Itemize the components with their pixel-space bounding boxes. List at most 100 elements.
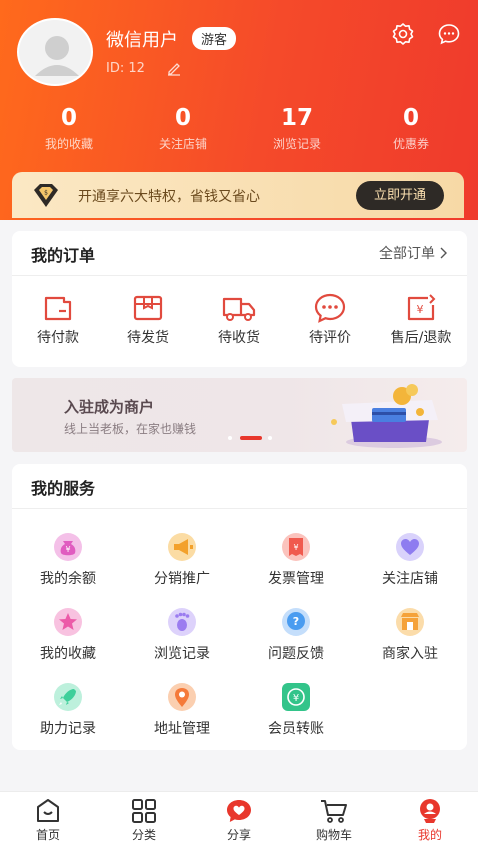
stats-row: 0 我的收藏 0 关注店铺 17 浏览记录 0 优惠券	[0, 104, 478, 156]
service-label: 我的收藏	[40, 646, 96, 662]
stat-value: 17	[280, 105, 313, 131]
pager-dot-active	[240, 436, 262, 440]
service-label: 分销推广	[154, 571, 210, 587]
service-label: 我的余额	[40, 571, 96, 587]
vip-banner[interactable]: $ 开通享六大特权，省钱又省心 立即开通	[12, 172, 464, 218]
order-pending-payment[interactable]: 待付款	[13, 293, 103, 347]
stat-value: 0	[174, 105, 191, 131]
service-favorites[interactable]: 我的收藏	[12, 607, 124, 663]
service-label: 地址管理	[154, 721, 210, 737]
service-balance[interactable]: ¥ 我的余额	[12, 532, 124, 588]
stat-value: 0	[402, 105, 419, 131]
tab-label: 购物车	[315, 828, 352, 842]
stat-label: 我的收藏	[44, 137, 93, 151]
vip-activate-button[interactable]: 立即开通	[356, 181, 444, 210]
stat-followed-shops[interactable]: 0 关注店铺	[128, 104, 238, 152]
service-label: 商家入驻	[382, 646, 438, 662]
stat-label: 优惠券	[392, 137, 429, 151]
service-merchant-join[interactable]: 商家入驻	[354, 607, 466, 663]
divider	[12, 508, 467, 509]
category-icon	[132, 799, 156, 823]
rocket-icon	[54, 683, 82, 711]
guest-badge: 游客	[192, 27, 237, 50]
money-bag-icon: ¥	[54, 533, 82, 561]
divider	[12, 275, 467, 276]
service-label: 发票管理	[268, 571, 324, 587]
order-label: 待收货	[218, 330, 260, 346]
service-label: 关注店铺	[382, 571, 438, 587]
vip-crown-icon: $	[30, 180, 62, 214]
tab-label: 首页	[35, 828, 60, 842]
edit-icon[interactable]	[166, 60, 182, 80]
avatar[interactable]	[17, 18, 93, 86]
megaphone-icon	[168, 533, 196, 561]
tab-category[interactable]: 分类	[96, 798, 192, 843]
stat-favorites[interactable]: 0 我的收藏	[14, 104, 124, 152]
service-member-transfer[interactable]: ¥ 会员转账	[240, 682, 352, 738]
pager-dot	[268, 436, 272, 440]
merchant-banner-title: 入驻成为商户	[64, 398, 155, 416]
bottom-tab-bar: 首页 分类 分享 购物车 我的	[0, 791, 478, 850]
svg-text:?: ?	[293, 615, 299, 628]
star-icon	[54, 608, 82, 636]
all-orders-label: 全部订单	[379, 246, 435, 262]
tab-share[interactable]: 分享	[191, 798, 287, 843]
transfer-icon: ¥	[282, 683, 310, 711]
tab-label: 我的	[417, 828, 442, 842]
tab-label: 分享	[226, 828, 251, 842]
username: 微信用户	[106, 30, 178, 51]
share-icon	[227, 800, 251, 822]
profile-icon	[420, 799, 440, 823]
service-followed-shops[interactable]: 关注店铺	[354, 532, 466, 588]
all-orders-link[interactable]: 全部订单	[379, 243, 447, 263]
service-history[interactable]: 浏览记录	[126, 607, 238, 663]
gift-box-illustration	[331, 384, 442, 448]
shop-icon	[396, 608, 424, 636]
service-address[interactable]: 地址管理	[126, 682, 238, 738]
order-label: 待付款	[37, 330, 79, 346]
service-distribution[interactable]: 分销推广	[126, 532, 238, 588]
svg-text:$: $	[44, 190, 48, 197]
comment-icon	[314, 293, 346, 323]
stat-label: 浏览记录	[272, 137, 321, 151]
service-label: 问题反馈	[268, 646, 324, 662]
order-pending-review[interactable]: 待评价	[285, 293, 375, 347]
merchant-banner[interactable]: 入驻成为商户 线上当老板，在家也赚钱	[12, 378, 467, 452]
user-id: ID: 12	[106, 61, 145, 76]
profile-header: 微信用户 游客 ID: 12 0 我的收藏 0 关注店铺 17 浏览记录 0 优…	[0, 0, 478, 220]
service-boost-records[interactable]: 助力记录	[12, 682, 124, 738]
service-invoice[interactable]: ¥ 发票管理	[240, 532, 352, 588]
pager-dot	[228, 436, 232, 440]
settings-icon[interactable]	[391, 22, 415, 50]
merchant-banner-subtitle: 线上当老板，在家也赚钱	[64, 422, 197, 436]
stat-value: 0	[60, 105, 77, 131]
tab-cart[interactable]: 购物车	[286, 798, 382, 843]
order-label: 售后/退款	[390, 330, 452, 346]
service-label: 助力记录	[40, 721, 96, 737]
service-feedback[interactable]: ? 问题反馈	[240, 607, 352, 663]
tab-profile[interactable]: 我的	[382, 798, 478, 843]
chevron-right-icon	[440, 247, 447, 259]
order-pending-shipment[interactable]: 待发货	[103, 293, 193, 347]
cart-icon	[321, 800, 347, 823]
tab-home[interactable]: 首页	[0, 798, 96, 843]
message-icon[interactable]	[437, 22, 461, 50]
service-label: 浏览记录	[154, 646, 210, 662]
svg-text:¥: ¥	[293, 693, 299, 704]
truck-icon	[222, 297, 256, 321]
order-refund[interactable]: ¥ 售后/退款	[376, 293, 466, 347]
svg-text:¥: ¥	[65, 545, 70, 554]
services-card: 我的服务 ¥ 我的余额 分销推广 ¥ 发票管理 关注店铺 我的收藏 浏览记录 ?…	[12, 464, 467, 750]
services-title: 我的服务	[31, 479, 96, 498]
svg-text:¥: ¥	[293, 543, 298, 552]
invoice-icon: ¥	[282, 533, 310, 561]
orders-card: 我的订单 全部订单 待付款 待发货 待收货 待评价 ¥ 售后/退款	[12, 231, 467, 367]
order-pending-receipt[interactable]: 待收货	[194, 293, 284, 347]
package-icon	[133, 295, 163, 321]
stat-coupons[interactable]: 0 优惠券	[356, 104, 466, 152]
order-label: 待发货	[127, 330, 169, 346]
wallet-icon	[44, 296, 72, 321]
stat-label: 关注店铺	[158, 137, 207, 151]
stat-history[interactable]: 17 浏览记录	[242, 104, 352, 152]
orders-title: 我的订单	[31, 246, 96, 265]
